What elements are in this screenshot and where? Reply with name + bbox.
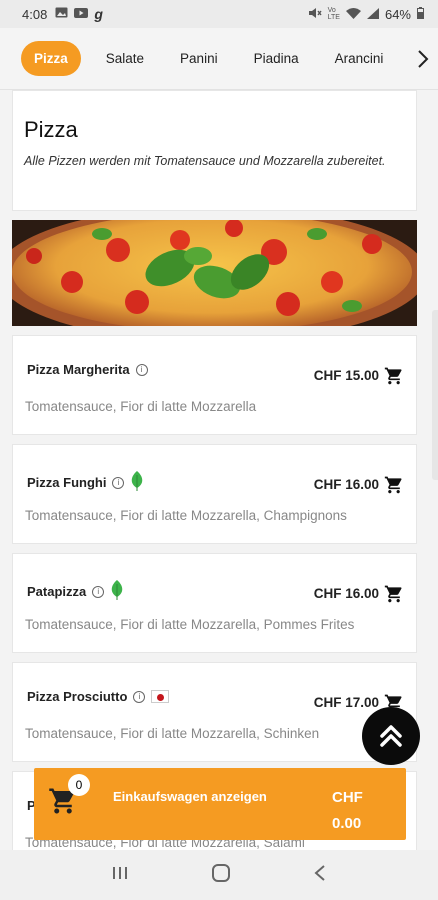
info-icon[interactable]: i xyxy=(112,476,125,489)
chevron-right-icon[interactable] xyxy=(408,28,438,89)
volte-icon: Vo LTE xyxy=(327,7,340,21)
vegetarian-leaf-icon xyxy=(130,471,144,494)
pizza-hero-image xyxy=(12,220,417,326)
tab-salate[interactable]: Salate xyxy=(95,42,155,75)
item-description: Tomatensauce, Fior di latte Mozzarella, … xyxy=(25,726,320,741)
battery-icon xyxy=(417,6,424,22)
scroll-to-top-button[interactable] xyxy=(362,707,420,765)
flag-icon xyxy=(151,690,170,703)
cart-currency: CHF xyxy=(332,789,363,806)
add-to-cart-icon[interactable] xyxy=(384,584,404,609)
double-chevron-up-icon xyxy=(380,725,402,747)
image-icon xyxy=(55,7,68,21)
item-name-row: Pizza Margherita i xyxy=(27,362,148,377)
category-title: Pizza xyxy=(24,117,78,142)
tab-pizza[interactable]: Pizza xyxy=(21,41,81,76)
item-name: Pizza Funghi xyxy=(27,475,107,490)
add-to-cart-icon[interactable] xyxy=(384,475,404,500)
system-nav-bar xyxy=(0,850,438,900)
category-header: Pizza Alle Pizzen werden mit Tomatensauc… xyxy=(12,90,417,211)
menu-item[interactable]: Pizza Funghi i CHF 16.00 Tomatensauce, F… xyxy=(12,444,417,544)
back-icon[interactable] xyxy=(313,864,327,887)
info-icon[interactable]: i xyxy=(135,363,148,376)
item-name: Pizza Margherita xyxy=(27,362,130,377)
category-tabs: Pizza Salate Panini Piadina Arancini Fr xyxy=(0,28,438,89)
add-to-cart-icon[interactable] xyxy=(384,366,404,391)
item-name: Patapizza xyxy=(27,584,87,599)
wifi-icon xyxy=(345,7,361,22)
item-price: CHF 17.00 xyxy=(313,695,379,710)
tab-panini[interactable]: Panini xyxy=(169,42,229,75)
status-time: 4:08 xyxy=(22,6,48,22)
cart-total: 0.00 xyxy=(332,815,362,832)
item-name-row: Pizza Prosciutto i xyxy=(27,689,170,704)
tab-piadina[interactable]: Piadina xyxy=(243,42,310,75)
item-description: Tomatensauce, Fior di latte Mozzarella, … xyxy=(25,617,355,632)
menu-content[interactable]: Pizza Alle Pizzen werden mit Tomatensauc… xyxy=(12,90,417,850)
youtube-icon xyxy=(74,7,89,21)
info-icon[interactable]: i xyxy=(92,585,105,598)
cart-count-badge: 0 xyxy=(68,774,90,796)
vegetarian-leaf-icon xyxy=(110,580,124,603)
category-description: Alle Pizzen werden mit Tomatensauce und … xyxy=(24,154,386,168)
category-tab-bar: Pizza Salate Panini Piadina Arancini Fr xyxy=(0,28,438,90)
home-icon[interactable] xyxy=(211,863,231,888)
item-name: Pizza Prosciutto xyxy=(27,689,128,704)
item-name-row: Patapizza i xyxy=(27,580,124,603)
status-bar: 4:08 g Vo LTE 64% xyxy=(0,0,438,28)
item-name-row: Pizza Funghi i xyxy=(27,471,144,494)
mute-icon xyxy=(308,7,322,22)
menu-item[interactable]: Pizza Margherita i CHF 15.00 Tomatensauc… xyxy=(12,335,417,435)
menu-item[interactable]: Patapizza i CHF 16.00 Tomatensauce, Fior… xyxy=(12,553,417,653)
item-description: Tomatensauce, Fior di latte Mozzarella xyxy=(25,399,257,414)
view-cart-button[interactable]: 0 Einkaufswagen anzeigen CHF 0.00 xyxy=(34,768,406,840)
recent-apps-icon[interactable] xyxy=(111,865,129,886)
item-price: CHF 16.00 xyxy=(313,477,379,492)
item-description: Tomatensauce, Fior di latte Mozzarella, … xyxy=(25,508,347,523)
item-price: CHF 15.00 xyxy=(313,368,379,383)
item-price: CHF 16.00 xyxy=(313,586,379,601)
cart-label: Einkaufswagen anzeigen xyxy=(113,789,267,804)
info-icon[interactable]: i xyxy=(133,690,146,703)
edge-panel-handle[interactable] xyxy=(432,310,438,480)
signal-icon xyxy=(366,7,379,22)
tab-arancini[interactable]: Arancini xyxy=(324,42,395,75)
g-icon: g xyxy=(94,6,103,22)
menu-item[interactable]: Pizza Prosciutto i CHF 17.00 Tomatensauc… xyxy=(12,662,417,762)
battery-text: 64% xyxy=(384,6,411,22)
